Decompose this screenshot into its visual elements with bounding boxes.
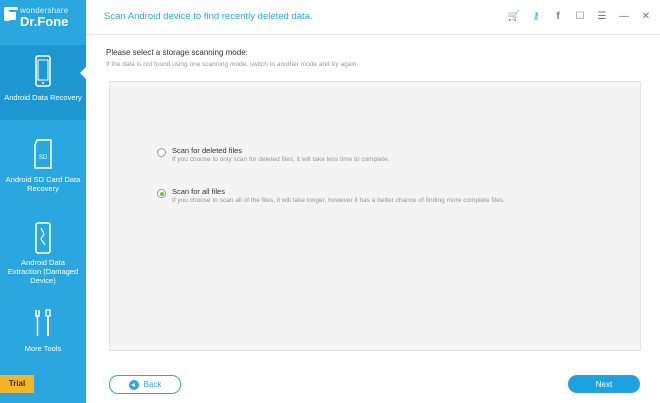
menu-icon[interactable]: ☰	[596, 9, 608, 23]
radio-scan-deleted[interactable]	[157, 148, 166, 157]
sidebar-item-more-tools[interactable]: More Tools	[0, 308, 86, 358]
scan-mode-panel	[109, 81, 641, 351]
back-label: Back	[143, 380, 162, 389]
facebook-icon[interactable]: f	[552, 9, 564, 23]
feedback-icon[interactable]: ☐	[574, 9, 586, 23]
trial-badge[interactable]: Trial	[0, 375, 34, 393]
cart-icon[interactable]: 🛒	[508, 9, 520, 23]
back-arrow-icon	[128, 379, 139, 390]
drfone-logo-icon	[4, 7, 18, 22]
logo: wondershare Dr.Fone	[0, 0, 86, 34]
page-title: Scan Android device to find recently del…	[104, 11, 313, 22]
sidebar: wondershare Dr.Fone Android Data Recover…	[0, 0, 86, 403]
tools-icon	[35, 309, 51, 336]
key-icon[interactable]: ⚷	[530, 9, 542, 23]
broken-phone-icon	[35, 222, 51, 254]
svg-text:SD: SD	[39, 155, 48, 161]
radio-scan-all[interactable]	[157, 189, 166, 198]
sidebar-item-label: Android Data Extraction (Damaged Device)	[7, 258, 79, 285]
back-button[interactable]: Back	[109, 375, 181, 394]
sidebar-item-sd-card-recovery[interactable]: SD Android SD Card Data Recovery	[0, 135, 86, 205]
brand-name: Dr.Fone	[20, 14, 69, 29]
option-desc: If you choose to scan all of the files, …	[172, 197, 505, 204]
option-desc: If you choose to only scan for deleted f…	[172, 156, 390, 163]
active-caret-icon	[80, 67, 86, 79]
phone-icon	[35, 55, 51, 87]
sidebar-item-label: More Tools	[24, 344, 62, 353]
next-button[interactable]: Next	[568, 375, 640, 393]
scan-mode-heading: Please select a storage scanning mode:	[106, 48, 248, 57]
scan-mode-hint: If the data is not found using one scann…	[106, 61, 359, 68]
sidebar-item-android-data-recovery[interactable]: Android Data Recovery	[0, 45, 86, 120]
close-icon[interactable]: ✕	[640, 9, 652, 23]
sd-card-icon: SD	[34, 139, 52, 169]
sidebar-item-label: Android SD Card Data Recovery	[5, 175, 81, 193]
minimize-icon[interactable]: —	[618, 9, 630, 23]
next-label: Next	[595, 379, 613, 389]
option-title: Scan for deleted files	[172, 146, 243, 155]
window-toolbar: 🛒 ⚷ f ☐ ☰ — ✕	[508, 9, 652, 23]
sidebar-item-label: Android Data Recovery	[4, 93, 82, 102]
sidebar-item-data-extraction[interactable]: Android Data Extraction (Damaged Device)	[0, 218, 86, 293]
option-title: Scan for all files	[172, 187, 225, 196]
header: Scan Android device to find recently del…	[86, 0, 660, 35]
